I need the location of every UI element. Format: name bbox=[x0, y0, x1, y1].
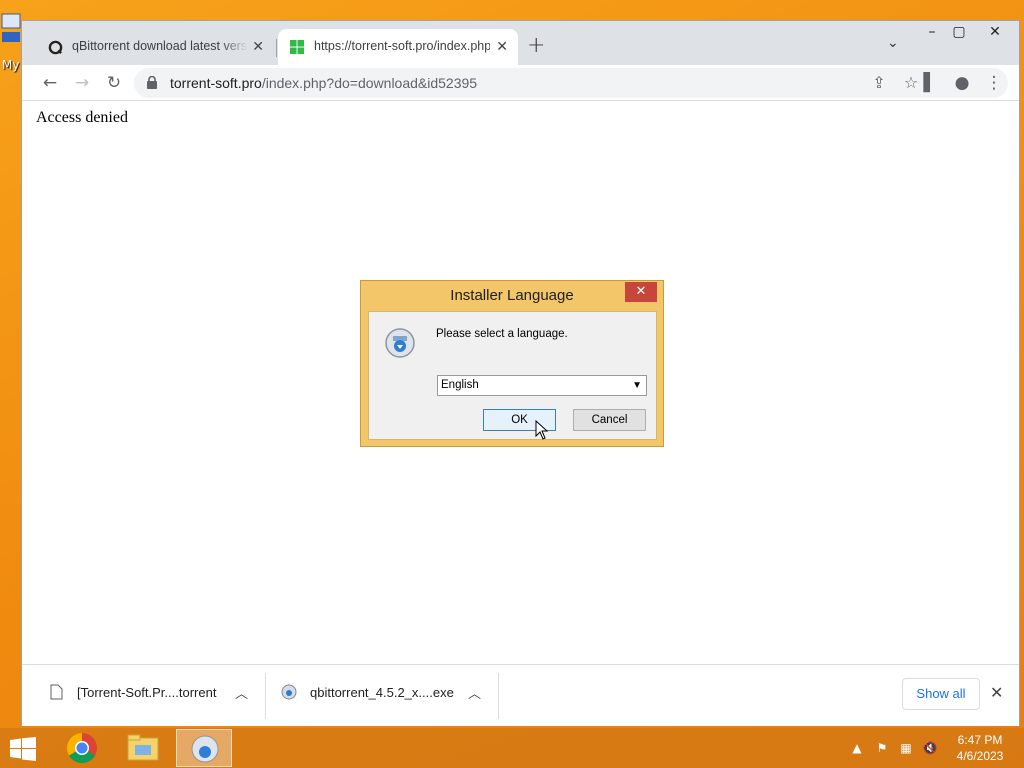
chrome-icon bbox=[66, 733, 97, 764]
language-select[interactable]: English ▼ bbox=[437, 375, 647, 396]
folder-icon bbox=[127, 734, 159, 761]
tab-qbittorrent[interactable]: qBittorrent download latest versi ✕ bbox=[36, 29, 274, 65]
installer-icon bbox=[385, 328, 415, 358]
access-denied-text: Access denied bbox=[36, 109, 128, 126]
qbittorrent-icon bbox=[48, 40, 63, 55]
close-download-bar-icon[interactable]: ✕ bbox=[990, 683, 1003, 702]
profile-avatar-icon[interactable]: ● bbox=[950, 71, 974, 95]
back-arrow-icon[interactable]: ← bbox=[38, 71, 62, 95]
show-hidden-icons[interactable]: ▲ bbox=[848, 728, 866, 768]
dialog-message: Please select a language. bbox=[436, 328, 568, 340]
download-divider bbox=[265, 673, 266, 719]
clock-date: 4/6/2023 bbox=[956, 749, 1004, 763]
windows-start-icon[interactable] bbox=[10, 737, 36, 761]
lock-icon[interactable] bbox=[146, 76, 158, 89]
taskbar-file-explorer[interactable] bbox=[115, 729, 171, 767]
download-name: [Torrent-Soft.Pr....torrent bbox=[77, 685, 217, 700]
chevron-down-icon: ▼ bbox=[632, 380, 642, 391]
download-bar: [Torrent-Soft.Pr....torrent ︿ qbittorren… bbox=[22, 664, 1019, 726]
dialog-title: Installer Language bbox=[450, 287, 574, 304]
dialog-body: Please select a language. English ▼ OK C… bbox=[368, 311, 657, 440]
download-item-exe[interactable]: qbittorrent_4.5.2_x....exe ︿ bbox=[272, 665, 497, 726]
dialog-close-button[interactable]: ✕ bbox=[625, 282, 657, 302]
forward-arrow-icon[interactable]: → bbox=[70, 71, 94, 95]
taskbar: ▲ ⚑ ▦ 🔇 6:47 PM 4/6/2023 bbox=[0, 728, 1024, 768]
tab-divider bbox=[276, 39, 277, 57]
close-window-button[interactable]: ✕ bbox=[978, 21, 1012, 43]
new-tab-button[interactable]: + bbox=[527, 33, 545, 58]
download-divider bbox=[498, 673, 499, 719]
chevron-up-icon[interactable]: ︿ bbox=[235, 683, 248, 702]
reload-icon[interactable]: ↻ bbox=[102, 71, 126, 95]
tab-torrent-soft[interactable]: https://torrent-soft.pro/index.php ✕ bbox=[278, 29, 518, 65]
clock-time: 6:47 PM bbox=[957, 733, 1003, 747]
show-all-button[interactable]: Show all bbox=[902, 678, 980, 710]
browser-toolbar: ← → ↻ torrent-soft.pro/index.php?do=down… bbox=[22, 65, 1019, 101]
tab-title: qBittorrent download latest versi bbox=[72, 39, 248, 53]
taskbar-chrome[interactable] bbox=[54, 729, 110, 767]
cancel-button[interactable]: Cancel bbox=[573, 409, 646, 431]
url-path: /index.php?do=download&id52395 bbox=[261, 75, 478, 91]
maximize-button[interactable]: ▢ bbox=[942, 21, 976, 43]
url-host: torrent-soft.pro bbox=[170, 75, 262, 91]
close-tab-icon[interactable]: ✕ bbox=[496, 38, 508, 55]
close-tab-icon[interactable]: ✕ bbox=[252, 38, 264, 55]
language-select-value: English bbox=[441, 379, 479, 391]
system-clock[interactable]: 6:47 PM 4/6/2023 bbox=[950, 732, 1010, 764]
action-center-flag-icon[interactable]: ⚑ bbox=[872, 728, 892, 768]
computer-icon bbox=[1, 13, 21, 42]
taskbar-installer[interactable] bbox=[176, 729, 232, 767]
address-bar[interactable]: torrent-soft.pro/index.php?do=download&i… bbox=[134, 68, 1008, 98]
installer-icon bbox=[191, 735, 219, 763]
speaker-muted-icon[interactable]: 🔇 bbox=[920, 728, 940, 768]
windows-logo-icon bbox=[290, 40, 305, 55]
desktop-icon-label: My bbox=[2, 58, 20, 72]
download-name: qbittorrent_4.5.2_x....exe bbox=[310, 685, 454, 700]
chevron-up-icon[interactable]: ︿ bbox=[468, 683, 481, 702]
url-text[interactable]: torrent-soft.pro/index.php?do=download&i… bbox=[170, 75, 477, 91]
tab-title: https://torrent-soft.pro/index.php bbox=[314, 39, 490, 53]
tab-search-chevron-icon[interactable]: ⌄ bbox=[887, 35, 899, 51]
tab-strip: qBittorrent download latest versi ✕ http… bbox=[22, 21, 1019, 65]
installer-icon bbox=[281, 684, 297, 700]
mouse-cursor-icon bbox=[535, 420, 549, 440]
download-item-torrent[interactable]: [Torrent-Soft.Pr....torrent ︿ bbox=[32, 665, 262, 726]
network-icon[interactable]: ▦ bbox=[896, 728, 916, 768]
share-icon[interactable]: ⇪ bbox=[868, 72, 890, 94]
file-icon bbox=[50, 684, 63, 700]
side-panel-icon[interactable]: ▌ bbox=[918, 71, 942, 95]
desktop-icon[interactable] bbox=[0, 10, 22, 50]
installer-language-dialog: Installer Language ✕ Please select a lan… bbox=[360, 280, 664, 447]
menu-kebab-icon[interactable]: ⋮ bbox=[982, 71, 1006, 95]
